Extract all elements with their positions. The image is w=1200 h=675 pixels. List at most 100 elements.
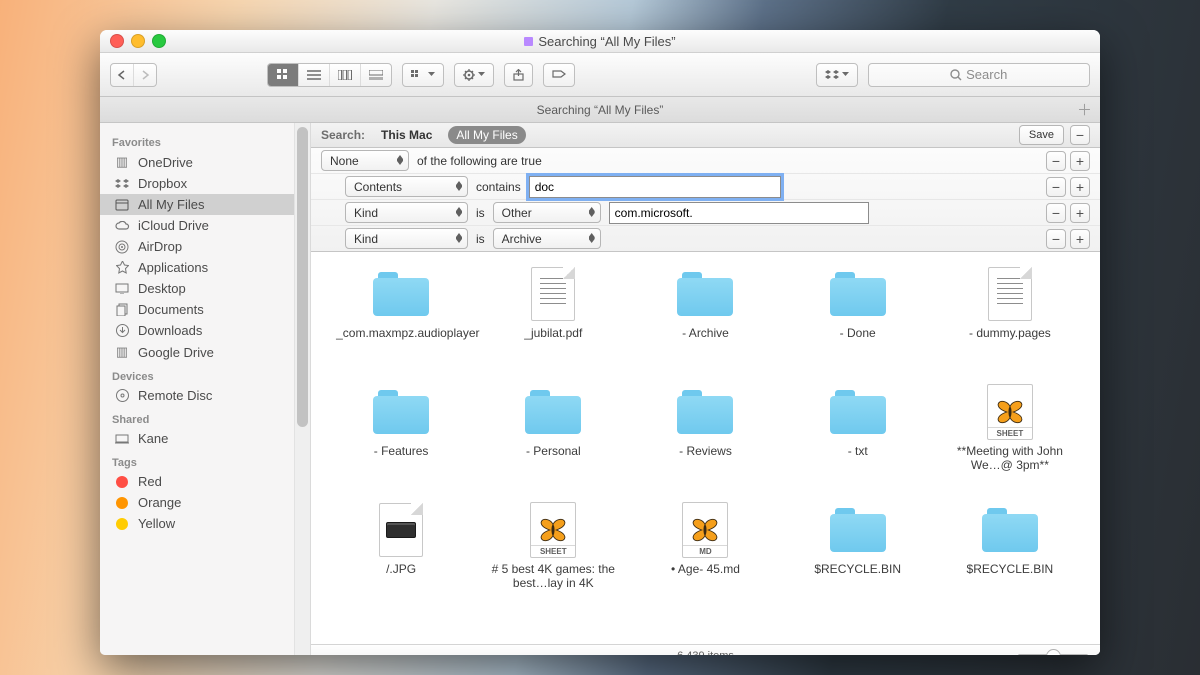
files-icon-view[interactable]: _com.maxmpz.audioplayer _jubilat.pdf - Arc… <box>311 252 1100 644</box>
remove-rule-button[interactable]: − <box>1046 229 1066 249</box>
file-name: - Archive <box>682 326 729 340</box>
sidebar-heading-devices: Devices <box>100 363 310 385</box>
file-item[interactable]: $RECYCLE.BIN <box>782 502 934 614</box>
folder-icon: ▥ <box>114 344 130 360</box>
sidebar-item-label: Google Drive <box>138 345 214 360</box>
remove-rule-button[interactable]: − <box>1046 203 1066 223</box>
file-item[interactable]: $RECYCLE.BIN <box>934 502 1086 614</box>
remove-rule-button[interactable]: − <box>1046 177 1066 197</box>
scope-all-my-files[interactable]: All My Files <box>448 126 525 144</box>
search-input[interactable]: Search <box>868 63 1091 87</box>
file-name: _jubilat.pdf <box>524 326 582 340</box>
collapse-rules-button[interactable]: − <box>1070 125 1090 145</box>
sidebar-item-googledrive[interactable]: ▥ Google Drive <box>100 341 310 363</box>
scope-this-mac[interactable]: This Mac <box>373 126 440 144</box>
match-popup[interactable]: None <box>321 150 409 171</box>
file-name: - Done <box>840 326 876 340</box>
sidebar-item-label: Remote Disc <box>138 388 212 403</box>
sidebar-item-remotedisc[interactable]: Remote Disc <box>100 385 310 406</box>
view-column-button[interactable] <box>330 64 361 86</box>
sidebar-tag-yellow[interactable]: Yellow <box>100 513 310 534</box>
attr-popup[interactable]: Kind <box>345 202 468 223</box>
save-button[interactable]: Save <box>1019 125 1064 145</box>
file-item[interactable]: SHEET# 5 best 4K games: the best…lay in … <box>477 502 629 614</box>
file-item[interactable]: SHEET**Meeting with John We…@ 3pm** <box>934 384 1086 496</box>
view-coverflow-button[interactable] <box>361 64 391 86</box>
sidebar-item-onedrive[interactable]: ▥OneDrive <box>100 151 310 173</box>
file-item[interactable]: - Features <box>325 384 477 496</box>
file-item[interactable]: MD• Age- 45.md <box>629 502 781 614</box>
sidebar-item-documents[interactable]: Documents <box>100 299 310 320</box>
sidebar-item-label: Applications <box>138 260 208 275</box>
file-item[interactable]: - txt <box>782 384 934 496</box>
rule-kind-other: Kind is Other − + <box>311 200 1100 226</box>
search-scope-bar: Search: This Mac All My Files Save − <box>311 123 1100 148</box>
sidebar-item-label: Kane <box>138 431 168 446</box>
back-button[interactable] <box>111 64 134 86</box>
minimize-button[interactable] <box>131 34 145 48</box>
add-rule-button[interactable]: + <box>1070 151 1090 171</box>
sidebar-item-dropbox[interactable]: Dropbox <box>100 173 310 194</box>
file-item[interactable]: _com.maxmpz.audioplayer <box>325 266 477 378</box>
attr-popup[interactable]: Contents <box>345 176 468 197</box>
arrange-button[interactable] <box>402 63 444 87</box>
kind-popup[interactable]: Other <box>493 202 601 223</box>
view-mode-segment <box>267 63 392 87</box>
file-name: # 5 best 4K games: the best…lay in 4K <box>488 562 618 590</box>
value-input[interactable] <box>529 176 781 198</box>
rule-kind-archive: Kind is Archive − + <box>311 226 1100 251</box>
file-icon <box>373 266 429 322</box>
dropbox-button[interactable] <box>816 63 858 87</box>
nav-history <box>110 63 157 87</box>
sidebar-heading-tags: Tags <box>100 449 310 471</box>
add-rule-button[interactable]: + <box>1070 203 1090 223</box>
sidebar-item-icloud[interactable]: iCloud Drive <box>100 215 310 236</box>
sidebar-item-applications[interactable]: Applications <box>100 257 310 278</box>
file-icon <box>373 384 429 440</box>
sidebar-item-shared-kane[interactable]: Kane <box>100 428 310 449</box>
tags-button[interactable] <box>543 63 575 87</box>
item-count: 6,439 items <box>677 650 734 656</box>
file-item[interactable]: - Personal <box>477 384 629 496</box>
add-rule-button[interactable]: + <box>1070 229 1090 249</box>
op-text: is <box>476 232 485 246</box>
search-rules: None of the following are true − + Conte… <box>311 148 1100 252</box>
sidebar-item-downloads[interactable]: Downloads <box>100 320 310 341</box>
sidebar-item-desktop[interactable]: Desktop <box>100 278 310 299</box>
sidebar-item-all-my-files[interactable]: All My Files <box>100 194 310 215</box>
close-button[interactable] <box>110 34 124 48</box>
sidebar-heading-shared: Shared <box>100 406 310 428</box>
attr-popup[interactable]: Kind <box>345 228 468 249</box>
op-text: is <box>476 206 485 220</box>
kind-popup[interactable]: Archive <box>493 228 601 249</box>
view-icon-button[interactable] <box>268 64 299 86</box>
sidebar-tag-red[interactable]: Red <box>100 471 310 492</box>
sidebar: Favorites ▥OneDrive Dropbox All My Files… <box>100 123 311 655</box>
action-button[interactable] <box>454 63 494 87</box>
add-rule-button[interactable]: + <box>1070 177 1090 197</box>
sidebar-scrollbar[interactable] <box>294 123 310 655</box>
zoom-button[interactable] <box>152 34 166 48</box>
dropbox-icon <box>114 178 130 190</box>
file-item[interactable]: - Reviews <box>629 384 781 496</box>
rule-root: None of the following are true − + <box>311 148 1100 174</box>
share-button[interactable] <box>504 63 533 87</box>
sidebar-item-label: Downloads <box>138 323 202 338</box>
sidebar-heading-favorites: Favorites <box>100 129 310 151</box>
file-item[interactable]: /.JPG <box>325 502 477 614</box>
file-name: **Meeting with John We…@ 3pm** <box>945 444 1075 472</box>
sidebar-tag-orange[interactable]: Orange <box>100 492 310 513</box>
remove-rule-button[interactable]: − <box>1046 151 1066 171</box>
view-list-button[interactable] <box>299 64 330 86</box>
new-tab-button[interactable]: ＋ <box>1077 99 1092 120</box>
icon-zoom-slider[interactable] <box>1018 654 1088 655</box>
file-item[interactable]: - dummy.pages <box>934 266 1086 378</box>
sidebar-item-airdrop[interactable]: AirDrop <box>100 236 310 257</box>
file-item[interactable]: _jubilat.pdf <box>477 266 629 378</box>
file-item[interactable]: - Archive <box>629 266 781 378</box>
file-name: $RECYCLE.BIN <box>967 562 1054 576</box>
tab-title[interactable]: Searching “All My Files” <box>100 103 1100 117</box>
forward-button[interactable] <box>134 64 156 86</box>
value-input[interactable] <box>609 202 869 224</box>
file-item[interactable]: - Done <box>782 266 934 378</box>
